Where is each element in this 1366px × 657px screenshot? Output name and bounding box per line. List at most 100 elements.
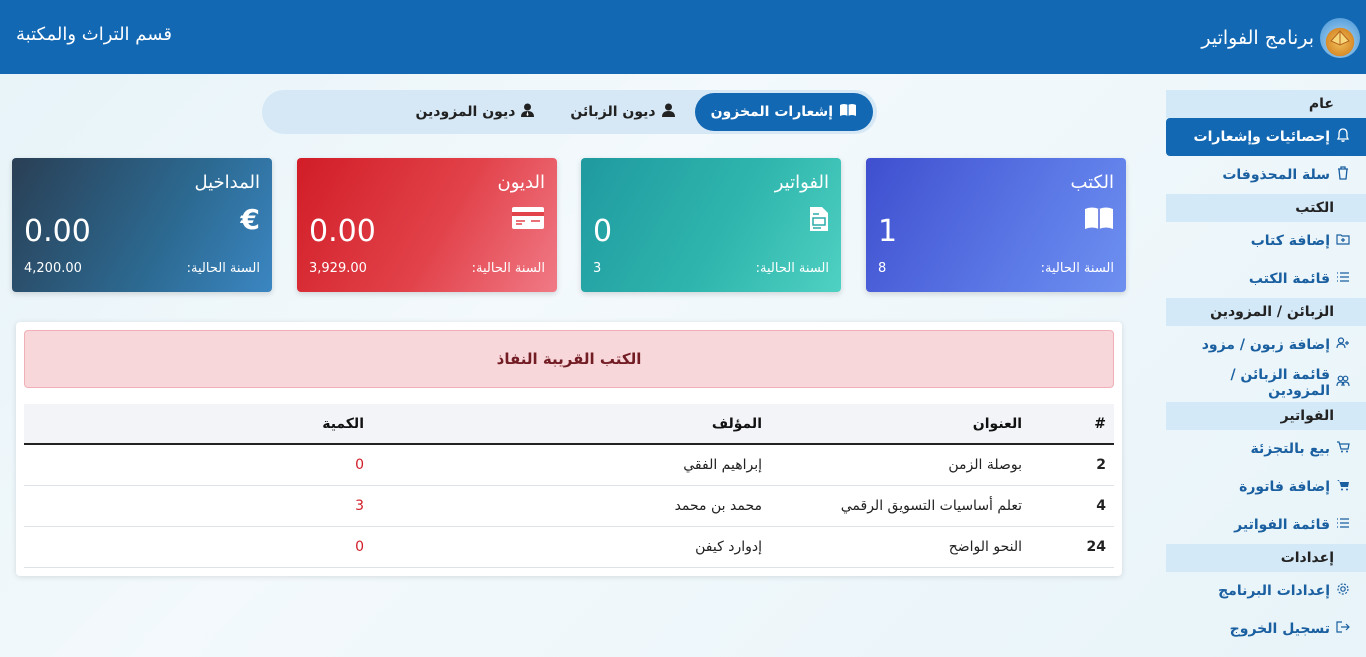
column-header-title: العنوان — [972, 415, 1022, 432]
card-label: السنة الحالية: — [471, 261, 545, 276]
sidebar-group-settings: إعدادات — [1166, 544, 1366, 572]
card-subvalue: 8 — [878, 261, 887, 276]
column-header-num: # — [1094, 415, 1106, 432]
trash-icon — [1336, 166, 1350, 184]
tab-customer-debts[interactable]: ديون الزبائن — [554, 93, 690, 131]
row-title: النحو الواضح — [948, 538, 1022, 555]
sidebar-item-add-invoice[interactable]: إضافة فاتورة — [1166, 468, 1366, 506]
tab-label: ديون الزبائن — [570, 104, 656, 120]
tab-stock-alerts[interactable]: إشعارات المخزون — [694, 93, 873, 131]
card-title: الكتب — [1070, 172, 1114, 193]
tab-label: إشعارات المخزون — [710, 104, 833, 120]
table-header-row: # العنوان المؤلف الكمية — [24, 404, 1114, 444]
app-title: برنامج الفواتير — [1201, 27, 1314, 49]
sidebar-item-invoice-list[interactable]: قائمة الفواتير — [1166, 506, 1366, 544]
card-title: المداخيل — [194, 172, 260, 193]
row-title: تعلم أساسيات التسويق الرقمي — [840, 497, 1022, 514]
book-open-icon — [839, 103, 857, 121]
row-author: إدوارد كيفن — [695, 538, 762, 555]
tab-bar: إشعارات المخزون ديون الزبائن ديون المزود… — [262, 90, 877, 134]
sidebar-item-label: قائمة الزبائن / المزودين — [1230, 367, 1330, 399]
logout-icon — [1336, 621, 1350, 637]
column-header-qty: الكمية — [322, 415, 364, 432]
user-plus-icon — [1336, 337, 1350, 353]
row-author: إبراهيم الفقي — [683, 456, 762, 473]
sidebar-item-logout[interactable]: تسجيل الخروج — [1166, 610, 1366, 648]
invoices-stat-card: الفواتير 0 السنة الحالية: 3 — [581, 158, 841, 292]
card-title: الديون — [497, 172, 545, 193]
sidebar-item-label: إحصائيات وإشعارات — [1193, 129, 1330, 145]
card-title: الفواتير — [774, 172, 829, 193]
row-qty: 0 — [355, 456, 364, 473]
row-num: 24 — [1086, 538, 1106, 555]
sidebar-item-label: إضافة كتاب — [1250, 233, 1330, 249]
sidebar-group-invoices: الفواتير — [1166, 402, 1366, 430]
books-stat-card: الكتب 1 السنة الحالية: 8 — [866, 158, 1126, 292]
sidebar-item-label: قائمة الكتب — [1248, 271, 1330, 287]
euro-icon: € — [240, 203, 260, 236]
card-value: 0.00 — [309, 214, 376, 249]
table-row: 4 تعلم أساسيات التسويق الرقمي محمد بن مح… — [24, 485, 1114, 526]
sidebar-item-customer-list[interactable]: قائمة الزبائن / المزودين — [1166, 364, 1366, 402]
user-icon — [661, 103, 675, 121]
sidebar-item-label: إضافة فاتورة — [1239, 479, 1330, 495]
section-title: قسم التراث والمكتبة — [16, 24, 172, 45]
top-bar: برنامج الفواتير قسم التراث والمكتبة — [0, 0, 1366, 74]
file-invoice-icon — [809, 206, 829, 237]
sidebar-item-add-book[interactable]: إضافة كتاب — [1166, 222, 1366, 260]
card-subvalue: 3,929.00 — [309, 261, 367, 276]
row-qty: 0 — [355, 538, 364, 555]
card-value: 0 — [593, 214, 613, 249]
sidebar-item-label: سلة المحذوفات — [1222, 167, 1330, 183]
gear-icon — [1336, 582, 1350, 600]
sidebar-item-program-settings[interactable]: إعدادات البرنامج — [1166, 572, 1366, 610]
card-label: السنة الحالية: — [1040, 261, 1114, 276]
sidebar-item-trash[interactable]: سلة المحذوفات — [1166, 156, 1366, 194]
sidebar-item-label: إعدادات البرنامج — [1218, 583, 1330, 599]
row-num: 2 — [1096, 456, 1106, 473]
app-brand[interactable]: برنامج الفواتير — [1201, 18, 1360, 58]
bell-icon — [1336, 128, 1350, 146]
row-qty: 3 — [355, 497, 364, 514]
list-icon — [1336, 271, 1350, 287]
sidebar-item-label: إضافة زبون / مزود — [1201, 337, 1330, 353]
sidebar: عام إحصائيات وإشعارات سلة المحذوفات الكت… — [1166, 90, 1366, 648]
debts-stat-card: الديون 0.00 السنة الحالية: 3,929.00 — [297, 158, 557, 292]
low-stock-table: # العنوان المؤلف الكمية 2 بوصلة الزمن إب… — [24, 404, 1114, 568]
table-row: 24 النحو الواضح إدوارد كيفن 0 — [24, 526, 1114, 567]
cart-plus-icon — [1336, 479, 1350, 495]
income-stat-card: المداخيل € 0.00 السنة الحالية: 4,200.00 — [12, 158, 272, 292]
tab-supplier-debts[interactable]: ديون المزودين — [399, 93, 550, 131]
card-subvalue: 4,200.00 — [24, 261, 82, 276]
sidebar-group-books: الكتب — [1166, 194, 1366, 222]
row-num: 4 — [1096, 497, 1106, 514]
sidebar-item-label: بيع بالتجزئة — [1250, 441, 1330, 457]
card-label: السنة الحالية: — [186, 261, 260, 276]
credit-card-icon — [511, 206, 545, 235]
tab-label: ديون المزودين — [415, 104, 516, 120]
sidebar-item-retail-sale[interactable]: بيع بالتجزئة — [1166, 430, 1366, 468]
user-tie-icon — [521, 103, 535, 121]
app-logo-icon — [1320, 18, 1360, 58]
sidebar-group-customers: الزبائن / المزودين — [1166, 298, 1366, 326]
cart-icon — [1336, 441, 1350, 457]
column-header-author: المؤلف — [711, 415, 762, 432]
sidebar-item-label: تسجيل الخروج — [1229, 621, 1330, 637]
card-subvalue: 3 — [593, 261, 602, 276]
folder-plus-icon — [1336, 233, 1350, 249]
row-title: بوصلة الزمن — [948, 456, 1022, 473]
users-icon — [1336, 375, 1350, 391]
sidebar-item-add-customer[interactable]: إضافة زبون / مزود — [1166, 326, 1366, 364]
low-stock-panel: الكتب القريبة النفاذ # العنوان المؤلف ال… — [16, 322, 1122, 576]
row-author: محمد بن محمد — [674, 497, 762, 514]
card-value: 1 — [878, 214, 898, 249]
card-value: 0.00 — [24, 214, 91, 249]
sidebar-item-book-list[interactable]: قائمة الكتب — [1166, 260, 1366, 298]
sidebar-group-general: عام — [1166, 90, 1366, 118]
sidebar-item-label: قائمة الفواتير — [1234, 517, 1330, 533]
sidebar-item-stats-notifications[interactable]: إحصائيات وإشعارات — [1166, 118, 1366, 156]
card-label: السنة الحالية: — [755, 261, 829, 276]
low-stock-alert-title: الكتب القريبة النفاذ — [24, 330, 1114, 388]
table-row: 2 بوصلة الزمن إبراهيم الفقي 0 — [24, 444, 1114, 485]
list-icon — [1336, 517, 1350, 533]
